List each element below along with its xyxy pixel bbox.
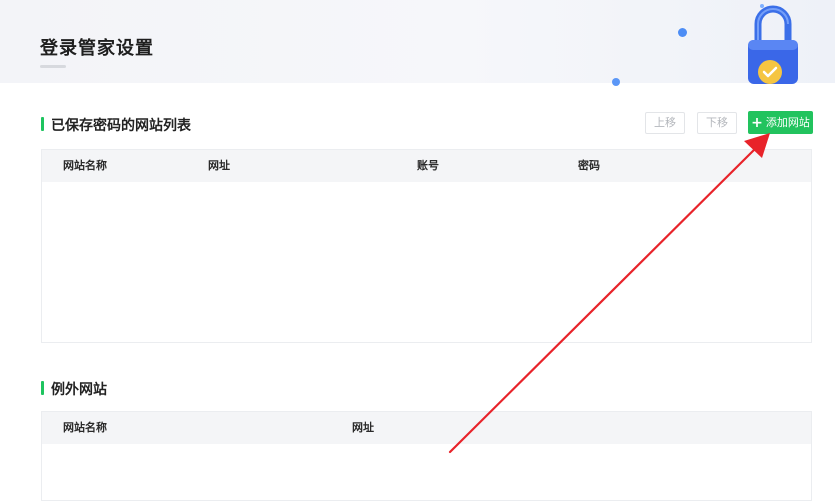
- plus-icon: +: [751, 115, 763, 131]
- exceptions-table: 网站名称 网址: [41, 411, 812, 501]
- section-accent-bar: [41, 381, 44, 395]
- title-underline: [40, 65, 66, 68]
- page-title: 登录管家设置: [40, 38, 154, 59]
- column-header-url: 网址: [208, 159, 230, 172]
- move-down-button[interactable]: 下移: [697, 112, 737, 134]
- add-site-button[interactable]: + 添加网站: [748, 111, 813, 134]
- saved-sites-table: 网站名称 网址 账号 密码: [41, 149, 812, 343]
- decorative-dot: [612, 78, 620, 86]
- column-header-site-name: 网站名称: [63, 159, 107, 172]
- add-site-label: 添加网站: [765, 116, 810, 129]
- column-header-account: 账号: [417, 159, 439, 172]
- exceptions-title: 例外网站: [51, 382, 107, 398]
- decorative-dot: [678, 28, 687, 37]
- column-header-password: 密码: [578, 159, 600, 172]
- column-header-site-name: 网站名称: [63, 421, 107, 434]
- lock-illustration-icon: [748, 5, 798, 84]
- column-header-url: 网址: [352, 421, 374, 434]
- saved-sites-title: 已保存密码的网站列表: [51, 118, 191, 134]
- move-up-button[interactable]: 上移: [645, 112, 685, 134]
- exceptions-table-header: 网站名称 网址: [42, 412, 811, 444]
- saved-sites-table-header: 网站名称 网址 账号 密码: [42, 150, 811, 182]
- section-accent-bar: [41, 117, 44, 131]
- page-header: 登录管家设置: [0, 0, 835, 84]
